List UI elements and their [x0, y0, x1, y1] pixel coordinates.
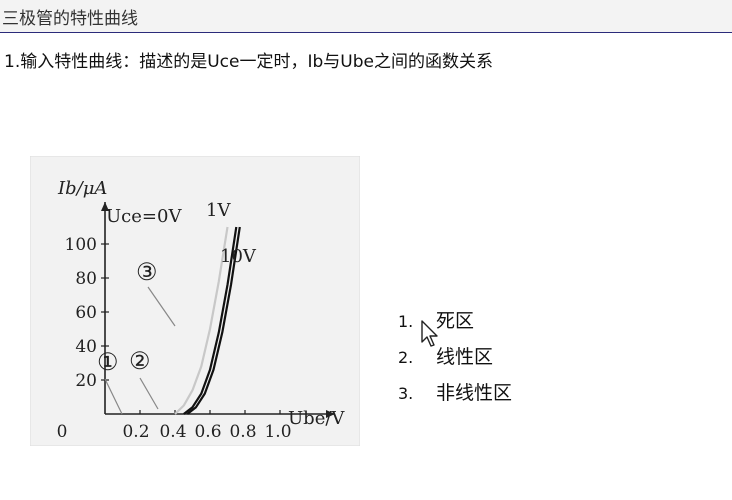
region-number: 3.: [398, 384, 414, 403]
annotation-marker-2: ②: [129, 347, 151, 375]
series-label-1v: 1V: [206, 200, 231, 221]
region-label: 非线性区: [436, 382, 513, 404]
region-item-nonlinear: 3. 非线性区: [398, 378, 512, 414]
header-bar: 三极管的特性曲线: [0, 0, 732, 33]
region-item-dead: 1. 死区: [398, 306, 512, 342]
x-tick-label: 0.4: [159, 422, 186, 442]
series-label-uce-0v: Uce=0V: [106, 206, 182, 227]
x-axis-label: Ube/V: [288, 408, 345, 429]
x-tick-label: 0: [57, 422, 68, 442]
series-label-10v: 10V: [220, 246, 257, 267]
y-tick-label: 20: [75, 371, 97, 391]
chart-svg: 204060801000 0.2 0.4 0.6 0.8 1.0 Ib/μAUbe/VUc…: [30, 156, 360, 446]
y-tick-label: 60: [75, 303, 97, 323]
annotation-marker-1: ①: [97, 348, 119, 376]
x-tick-label: 0.6: [194, 422, 221, 442]
y-tick-label: 80: [75, 269, 97, 289]
annotation-marker-3: ③: [136, 258, 158, 286]
x-tick-label: 0.8: [229, 422, 256, 442]
y-tick-label: 100: [65, 235, 97, 255]
region-label: 线性区: [436, 346, 494, 368]
page-title: 三极管的特性曲线: [2, 9, 138, 29]
y-axis-label: Ib/μA: [57, 178, 107, 199]
mouse-cursor-icon: [421, 320, 438, 347]
section-description: 1.输入特性曲线：描述的是Uce一定时，Ib与Ube之间的函数关系: [4, 52, 493, 72]
y-tick-label: 40: [75, 337, 97, 357]
region-list: 1. 死区 2. 线性区 3. 非线性区: [398, 306, 512, 414]
x-tick-label: 0.2: [122, 422, 149, 442]
region-item-linear: 2. 线性区: [398, 342, 512, 378]
input-characteristic-chart: 20 40 60 80 100 0 0.2 0.4 0.6 0.8 1.0 Ib/μA Ube/V Uc…: [30, 156, 360, 446]
